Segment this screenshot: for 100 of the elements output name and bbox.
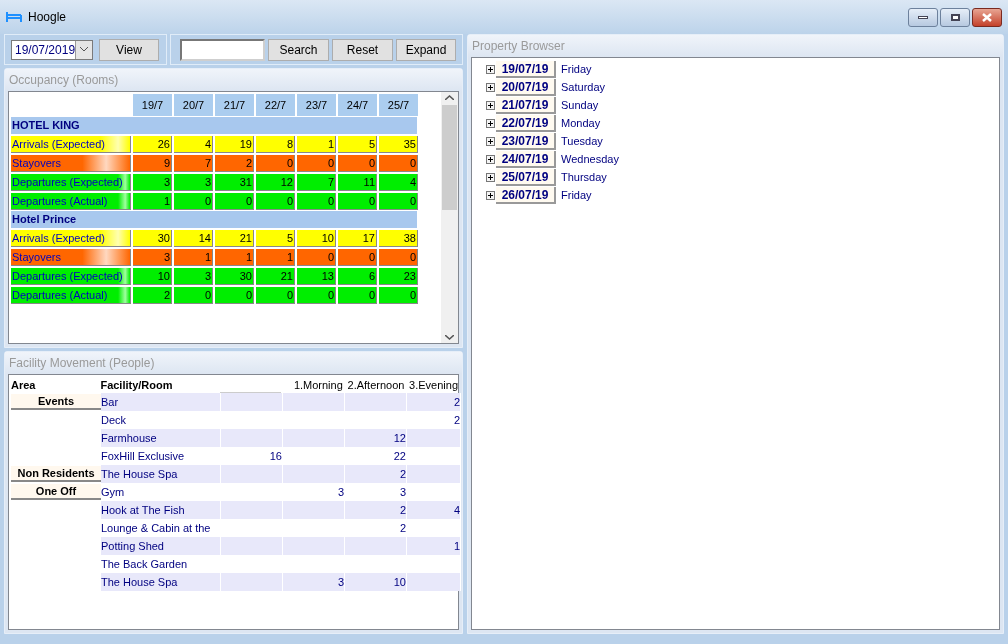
expand-icon[interactable] [486, 83, 495, 92]
count-cell: 5 [256, 230, 295, 247]
expand-icon[interactable] [486, 65, 495, 74]
count-cell: 21 [215, 230, 254, 247]
day-label: Tuesday [561, 134, 603, 150]
toolbar-button[interactable]: Reset [332, 38, 393, 61]
count-cell: 0 [174, 287, 213, 304]
count-cell: 0 [338, 155, 377, 172]
date-node[interactable]: 25/07/19 [496, 169, 556, 186]
day-header: 23/7 [297, 94, 336, 116]
facility-cell: The House Spa [101, 573, 221, 591]
toolbar-button[interactable]: Expand [396, 38, 456, 61]
column-header: 1.Morning [292, 377, 343, 393]
count-cell: 1 [256, 249, 295, 266]
day-header: 21/7 [215, 94, 254, 116]
count-cell: 0 [338, 287, 377, 304]
toolbar-button[interactable]: View [99, 38, 159, 61]
toolbar-button[interactable]: Search [268, 38, 329, 61]
area-label: Events [11, 394, 101, 410]
close-button[interactable] [972, 7, 1002, 27]
count-cell: 5 [338, 136, 377, 153]
window-title: Hoogle [28, 9, 67, 26]
day-label: Friday [561, 62, 592, 78]
count-cell: 10 [133, 268, 172, 285]
count-cell: 0 [215, 287, 254, 304]
count-cell: 4 [174, 136, 213, 153]
date-node[interactable]: 21/07/19 [496, 97, 556, 114]
row-label: Stayovers [11, 249, 131, 266]
count-cell: 3 [174, 268, 213, 285]
count-cell: 0 [297, 193, 336, 210]
count-cell: 2 [215, 155, 254, 172]
date-node[interactable]: 19/07/19 [496, 61, 556, 78]
count-cell: 0 [379, 287, 418, 304]
row-label: Departures (Expected) [11, 268, 131, 285]
scroll-up-icon[interactable] [445, 95, 454, 100]
count-cell: 30 [215, 268, 254, 285]
count-cell: 3 [174, 174, 213, 191]
column-header: 2.Afternoon [346, 377, 405, 393]
count-cell: 3 [133, 174, 172, 191]
expand-icon[interactable] [486, 155, 495, 164]
count-cell: 13 [297, 268, 336, 285]
count-cell: 1 [133, 193, 172, 210]
count-cell: 1 [215, 249, 254, 266]
count-cell: 7 [297, 174, 336, 191]
maximize-button[interactable] [940, 7, 970, 27]
bed-icon [6, 12, 22, 22]
expand-icon[interactable] [486, 191, 495, 200]
count-cell: 3 [283, 573, 345, 591]
count-cell: 19 [215, 136, 254, 153]
row-label: Arrivals (Expected) [11, 136, 131, 153]
count-cell: 12 [256, 174, 295, 191]
expand-icon[interactable] [486, 137, 495, 146]
day-header: 25/7 [379, 94, 418, 116]
count-cell: 35 [379, 136, 418, 153]
row-label: Departures (Expected) [11, 174, 131, 191]
date-field[interactable]: 19/07/2019 [11, 39, 93, 60]
count-cell: 0 [256, 287, 295, 304]
minimize-button[interactable] [908, 7, 938, 27]
count-cell: 0 [379, 155, 418, 172]
scrollbar[interactable] [441, 92, 458, 343]
column-header: 3.Evening [408, 377, 459, 393]
count-cell: 7 [174, 155, 213, 172]
column-header: Facility/Room [100, 377, 174, 393]
date-node[interactable]: 23/07/19 [496, 133, 556, 150]
row-label: Arrivals (Expected) [11, 230, 131, 247]
count-cell: 0 [338, 249, 377, 266]
count-cell: 1 [174, 249, 213, 266]
area-label: Non Residents [11, 466, 101, 482]
count-cell: 10 [345, 573, 407, 591]
count-cell: 14 [174, 230, 213, 247]
count-cell: 0 [338, 193, 377, 210]
count-cell: 0 [297, 155, 336, 172]
count-cell: 9 [133, 155, 172, 172]
count-cell: 4 [379, 174, 418, 191]
expand-icon[interactable] [486, 119, 495, 128]
day-header: 19/7 [133, 94, 172, 116]
day-label: Sunday [561, 98, 599, 114]
scroll-down-icon[interactable] [445, 335, 454, 340]
date-node[interactable]: 20/07/19 [496, 79, 556, 96]
date-node[interactable]: 26/07/19 [496, 187, 556, 204]
row-label: Departures (Actual) [11, 193, 131, 210]
date-node[interactable]: 24/07/19 [496, 151, 556, 168]
dropdown-icon [75, 40, 92, 59]
count-cell: 2 [133, 287, 172, 304]
count-cell: 21 [256, 268, 295, 285]
count-cell: 0 [379, 249, 418, 266]
count-cell: 11 [338, 174, 377, 191]
close-icon [982, 12, 992, 22]
count-cell: 17 [338, 230, 377, 247]
search-field[interactable] [180, 38, 265, 61]
count-cell: 1 [297, 136, 336, 153]
count-cell: 0 [379, 193, 418, 210]
expand-icon[interactable] [486, 101, 495, 110]
count-cell: 30 [133, 230, 172, 247]
expand-icon[interactable] [486, 173, 495, 182]
day-header: 24/7 [338, 94, 377, 116]
row-label: Departures (Actual) [11, 287, 131, 304]
hotel-header: Hotel Prince [11, 211, 417, 228]
date-node[interactable]: 22/07/19 [496, 115, 556, 132]
column-header: Area [11, 377, 37, 393]
